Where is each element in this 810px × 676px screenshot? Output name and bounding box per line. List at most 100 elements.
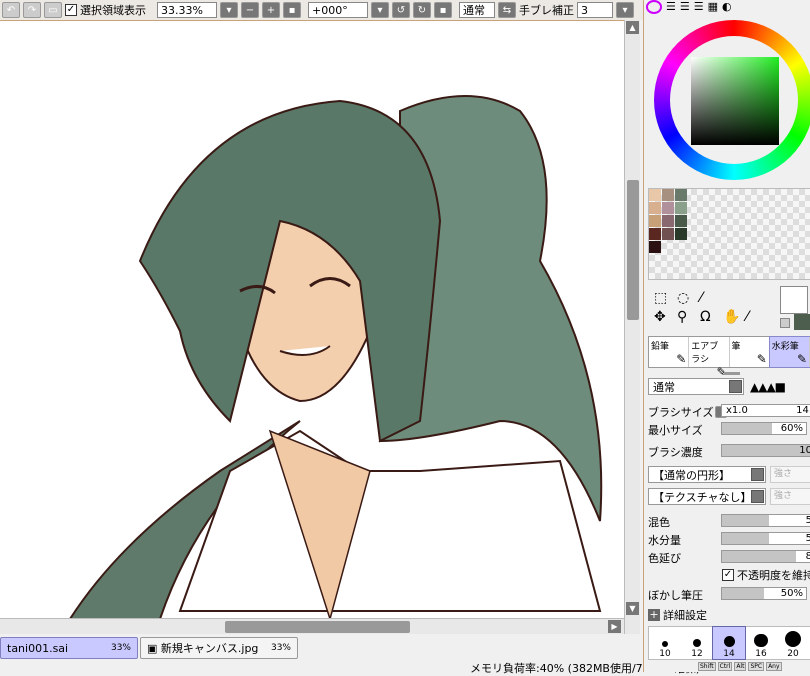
- scroll-up-icon[interactable]: ▲: [626, 21, 639, 34]
- rect-select-icon[interactable]: ⬚: [654, 290, 674, 306]
- color-swatch[interactable]: [662, 228, 674, 240]
- eyedropper-icon[interactable]: ⁄: [746, 309, 766, 325]
- water-slider[interactable]: 5: [721, 532, 810, 545]
- shape-strength[interactable]: 強さ: [770, 466, 810, 483]
- color-swatch[interactable]: [649, 189, 661, 201]
- brush-tab[interactable]: エアブラシ ✎: [689, 337, 730, 379]
- brush-size-preset[interactable]: 20: [777, 627, 809, 659]
- brush-shape-icons[interactable]: ▲▲▲■: [750, 380, 786, 394]
- redo-icon[interactable]: ↷: [23, 2, 41, 18]
- brush-tab[interactable]: 鉛筆 ✎: [649, 337, 690, 367]
- brush-shape-select[interactable]: 【通常の円形】: [648, 466, 766, 483]
- color-swatch[interactable]: [662, 189, 674, 201]
- density-slider[interactable]: 10: [721, 444, 810, 457]
- color-wheel[interactable]: [654, 20, 810, 180]
- magic-wand-icon[interactable]: ⁄: [700, 290, 720, 306]
- blend-mode-select[interactable]: 通常: [648, 378, 744, 395]
- rgb-slider-icon[interactable]: ☰: [666, 0, 676, 14]
- scroll-down-icon[interactable]: ▼: [626, 602, 639, 615]
- horizontal-scroll-thumb[interactable]: [225, 621, 410, 633]
- brush-dot-icon: [785, 631, 801, 647]
- brush-size-label: 16: [755, 649, 767, 659]
- color-swatch[interactable]: [649, 202, 661, 214]
- zoom-dropdown-icon[interactable]: ▾: [220, 2, 238, 18]
- color-wheel-icon[interactable]: [646, 0, 662, 14]
- color-swatch[interactable]: [649, 228, 661, 240]
- texture-strength[interactable]: 強さ: [770, 488, 810, 505]
- divider-handle[interactable]: [724, 372, 740, 375]
- rotate-reset-icon[interactable]: ▪: [434, 2, 452, 18]
- texture-select[interactable]: 【テクスチャなし】: [648, 488, 766, 505]
- color-swatch[interactable]: [662, 215, 674, 227]
- undo-icon[interactable]: ↶: [2, 2, 20, 18]
- swatch-grid[interactable]: [648, 188, 810, 280]
- keep-opacity-checkbox[interactable]: ✓: [722, 569, 734, 581]
- zoom-reset-icon[interactable]: ▪: [283, 2, 301, 18]
- min-size-slider[interactable]: 60%: [721, 422, 807, 435]
- brush-tab[interactable]: 筆 ✎: [730, 337, 770, 367]
- transparent-color-icon[interactable]: [780, 318, 790, 328]
- image-file-icon: ▣: [147, 642, 161, 655]
- color-swatch[interactable]: [649, 241, 661, 253]
- size-multiplier: x1.0: [726, 405, 748, 416]
- canvas[interactable]: [0, 20, 624, 618]
- swatch-icon[interactable]: ▦: [708, 0, 718, 14]
- color-swatch[interactable]: [675, 228, 687, 240]
- brush-dot-icon: [723, 636, 735, 647]
- horizontal-scrollbar[interactable]: ▶: [0, 618, 624, 634]
- scratchpad-icon[interactable]: ◐: [722, 0, 732, 14]
- color-swatch[interactable]: [662, 202, 674, 214]
- stabilizer-dropdown-icon[interactable]: ▾: [616, 2, 634, 18]
- move-icon[interactable]: ✥: [654, 309, 674, 325]
- hsv-slider-icon[interactable]: ☰: [680, 0, 690, 14]
- color-swatch[interactable]: [675, 202, 687, 214]
- stabilizer-field[interactable]: 3: [577, 2, 613, 18]
- scroll-right-icon[interactable]: ▶: [608, 620, 621, 633]
- brush-size-preset[interactable]: 12: [681, 627, 713, 659]
- show-selection-checkbox[interactable]: ✓: [65, 4, 77, 16]
- rotation-field[interactable]: +000°: [308, 2, 368, 18]
- brush-size-label: 10: [659, 649, 671, 659]
- vertical-scroll-thumb[interactable]: [627, 180, 639, 320]
- rotate-tool-icon[interactable]: Ω: [700, 309, 720, 325]
- rotate-left-icon[interactable]: ↺: [392, 2, 410, 18]
- modifier-key-indicator: Ctrl: [717, 662, 733, 671]
- brush-size-preset[interactable]: 10: [649, 627, 681, 659]
- zoom-in-icon[interactable]: +: [262, 2, 280, 18]
- brush-dot-icon: [754, 633, 768, 647]
- brush-size-slider[interactable]: x1.0 14.: [721, 404, 810, 417]
- stretch-slider[interactable]: 8: [721, 550, 810, 563]
- tab-document-2[interactable]: ▣ 新規キャンバス.jpg 33%: [140, 637, 298, 659]
- color-swatch[interactable]: [675, 189, 687, 201]
- mix-slider[interactable]: 5: [721, 514, 810, 527]
- hand-icon[interactable]: ✋: [723, 309, 743, 325]
- brush-tab[interactable]: 水彩筆 ✎: [768, 336, 810, 368]
- color-list-icon[interactable]: ☰: [694, 0, 704, 14]
- rotate-right-icon[interactable]: ↻: [413, 2, 431, 18]
- deselect-icon[interactable]: ▭: [44, 2, 62, 18]
- rotation-dropdown-icon[interactable]: ▾: [371, 2, 389, 18]
- color-swatch[interactable]: [649, 215, 661, 227]
- brush-size-preset[interactable]: 14: [712, 626, 746, 660]
- mix-value: 5: [805, 515, 810, 526]
- stretch-label: 色延び: [648, 552, 681, 565]
- zoom-tool-icon[interactable]: ⚲: [677, 309, 697, 325]
- secondary-color[interactable]: [794, 314, 810, 330]
- saturation-value-square[interactable]: [691, 57, 779, 145]
- advanced-settings-toggle[interactable]: + 詳細設定: [648, 607, 707, 623]
- show-selection-label: 選択領域表示: [80, 4, 146, 17]
- blur-pressure-slider[interactable]: 50%: [721, 587, 807, 600]
- zoom-field[interactable]: 33.33%: [157, 2, 217, 18]
- modifier-key-indicator: Any: [766, 662, 782, 671]
- brush-size-preset[interactable]: 16: [745, 627, 777, 659]
- flip-icon[interactable]: ⇆: [498, 2, 516, 18]
- view-mode-field[interactable]: 通常: [459, 2, 495, 18]
- vertical-scrollbar[interactable]: ▲ ▼: [624, 20, 640, 634]
- illustration: [69, 95, 603, 618]
- zoom-out-icon[interactable]: −: [241, 2, 259, 18]
- primary-color[interactable]: [780, 286, 808, 314]
- lasso-icon[interactable]: ◌: [677, 290, 697, 306]
- tab-document-1[interactable]: tani001.sai 33%: [0, 637, 138, 659]
- document-tabs: tani001.sai 33% ▣ 新規キャンバス.jpg 33%: [0, 637, 298, 659]
- color-swatch[interactable]: [675, 215, 687, 227]
